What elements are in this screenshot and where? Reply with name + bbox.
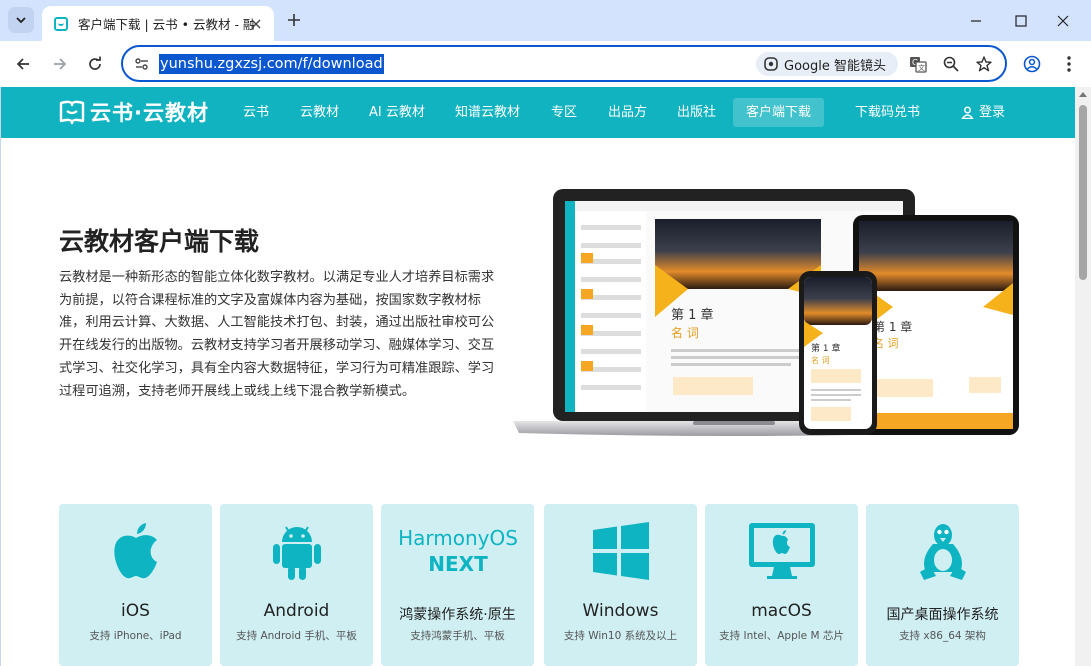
tab-strip: 客户端下载 | 云书 • 云教材 - 融 — [0, 0, 1091, 41]
scroll-up-arrow-icon[interactable] — [1079, 92, 1087, 97]
zoom-out-icon — [943, 56, 959, 72]
arrow-left-icon — [16, 58, 29, 70]
nav-chubanshe[interactable]: 出版社 — [677, 87, 716, 138]
url-text[interactable]: yunshu.zgxzsj.com/f/download — [159, 54, 384, 74]
google-lens-icon — [764, 57, 778, 71]
harmonyos-logo-line2: NEXT — [428, 552, 488, 576]
platform-name: macOS — [751, 601, 812, 621]
chevron-down-icon — [16, 17, 26, 24]
login-link[interactable]: 登录 — [961, 87, 1005, 138]
page-scrollbar[interactable] — [1075, 87, 1091, 666]
nav-zhuanqu[interactable]: 专区 — [551, 87, 577, 138]
forward-button[interactable] — [48, 52, 72, 76]
new-tab-button[interactable] — [283, 9, 305, 31]
nav-yunjiaocai[interactable]: 云教材 — [300, 87, 339, 138]
platform-name: 国产桌面操作系统 — [886, 607, 999, 623]
tab-title: 客户端下载 | 云书 • 云教材 - 融 — [78, 17, 254, 32]
harmonyos-logo-line1: HarmonyOS — [398, 526, 518, 550]
site-settings-icon[interactable] — [133, 55, 151, 73]
browser-toolbar: yunshu.zgxzsj.com/f/download Google 智能镜头… — [0, 41, 1091, 87]
platform-desc: 支持 Win10 系统及以上 — [563, 630, 678, 642]
harmonyos-next-logo: HarmonyOS NEXT — [381, 516, 534, 586]
google-lens-button[interactable]: Google 智能镜头 — [756, 52, 898, 76]
platform-card-ios[interactable]: iOS 支持 iPhone、iPad — [59, 504, 212, 666]
devices-mockup-image: 第 1 章 名 词 第 1 章 名 词 第 1 章 名 词 — [513, 189, 1019, 436]
nav-client-download[interactable]: 客户端下载 — [733, 98, 825, 127]
maximize-button[interactable] — [1008, 8, 1034, 34]
bookmark-button[interactable] — [974, 54, 994, 74]
android-icon — [220, 516, 373, 586]
platform-desc: 支持 Android 手机、平板 — [236, 630, 357, 642]
tab-close-icon[interactable] — [248, 16, 264, 32]
translate-icon: G文 — [910, 57, 927, 73]
linux-penguin-icon — [866, 516, 1019, 586]
zoom-button[interactable] — [941, 54, 961, 74]
browser-tab-active[interactable]: 客户端下载 | 云书 • 云教材 - 融 — [42, 6, 274, 41]
page-viewport: 云书·云教材 云书 云教材 AI 云教材 知谱云教材 专区 出品方 出版社 客户… — [0, 87, 1091, 666]
plus-icon — [288, 14, 300, 26]
platform-desc: 支持 Intel、Apple M 芯片 — [719, 630, 844, 642]
platform-card-android[interactable]: Android 支持 Android 手机、平板 — [220, 504, 373, 666]
address-bar[interactable]: yunshu.zgxzsj.com/f/download Google 智能镜头… — [121, 45, 1007, 82]
apple-icon — [59, 516, 212, 586]
scrollbar-thumb[interactable] — [1079, 105, 1087, 280]
nav-redeem-code[interactable]: 下载码兑书 — [855, 87, 920, 138]
nav-zhipu-yunjiaocai[interactable]: 知谱云教材 — [455, 87, 520, 138]
star-icon — [976, 56, 992, 72]
imac-icon — [705, 516, 858, 586]
page-title: 云教材客户端下载 — [59, 227, 260, 256]
platform-card-harmonyos[interactable]: HarmonyOS NEXT 鸿蒙操作系统·原生 支持鸿蒙手机、平板 — [381, 504, 534, 666]
logo-text: 云书·云教材 — [90, 101, 209, 125]
login-label: 登录 — [979, 105, 1006, 120]
site-header: 云书·云教材 云书 云教材 AI 云教材 知谱云教材 专区 出品方 出版社 客户… — [1, 87, 1076, 138]
translate-button[interactable]: G文 — [908, 54, 928, 74]
browser-menu-button[interactable] — [1057, 52, 1081, 76]
nav-yunshu[interactable]: 云书 — [243, 87, 269, 138]
platform-name: iOS — [121, 601, 150, 621]
svg-text:第 1 章: 第 1 章 — [873, 319, 912, 334]
svg-text:第 1 章: 第 1 章 — [811, 342, 840, 354]
reload-icon — [89, 56, 101, 70]
close-icon — [1057, 15, 1069, 27]
more-vertical-icon — [1067, 56, 1071, 72]
platform-name: Windows — [582, 601, 659, 621]
user-icon — [961, 106, 974, 119]
close-window-button[interactable] — [1050, 8, 1076, 34]
platform-desc: 支持 iPhone、iPad — [89, 630, 182, 642]
mockup-term-text: 名 词 — [671, 325, 699, 340]
platform-desc: 支持 x86_64 架构 — [899, 630, 986, 642]
site-logo[interactable]: 云书·云教材 — [58, 98, 209, 126]
tab-search-button[interactable] — [8, 7, 34, 33]
platform-name: Android — [263, 601, 330, 621]
google-lens-label: Google 智能镜头 — [784, 58, 886, 74]
nav-ai-yunjiaocai[interactable]: AI 云教材 — [369, 87, 425, 138]
minimize-icon — [971, 20, 981, 22]
platform-card-domestic-os[interactable]: 国产桌面操作系统 支持 x86_64 架构 — [866, 504, 1019, 666]
arrow-right-icon — [54, 58, 67, 70]
back-button[interactable] — [11, 52, 35, 76]
mockup-chapter-text: 第 1 章 — [671, 307, 714, 323]
svg-text:名 词: 名 词 — [811, 355, 830, 365]
maximize-icon — [1015, 15, 1027, 27]
book-logo-icon — [59, 100, 85, 125]
platform-name: 鸿蒙操作系统·原生 — [399, 607, 516, 623]
svg-text:文: 文 — [918, 63, 925, 72]
profile-icon — [1023, 55, 1041, 73]
windows-icon — [544, 516, 697, 586]
platform-card-windows[interactable]: Windows 支持 Win10 系统及以上 — [544, 504, 697, 666]
minimize-button[interactable] — [963, 8, 989, 34]
site-favicon-icon — [54, 16, 68, 31]
page-description: 云教材是一种新形态的智能立体化数字教材。以满足专业人才培养目标需求为前提，以符合… — [59, 270, 495, 399]
profile-button[interactable] — [1020, 52, 1044, 76]
reload-button[interactable] — [83, 52, 107, 76]
nav-chupinfang[interactable]: 出品方 — [608, 87, 647, 138]
platform-download-list: iOS 支持 iPhone、iPad Android 支持 Android 手机… — [59, 504, 1021, 666]
platform-desc: 支持鸿蒙手机、平板 — [410, 630, 505, 642]
platform-card-macos[interactable]: macOS 支持 Intel、Apple M 芯片 — [705, 504, 858, 666]
